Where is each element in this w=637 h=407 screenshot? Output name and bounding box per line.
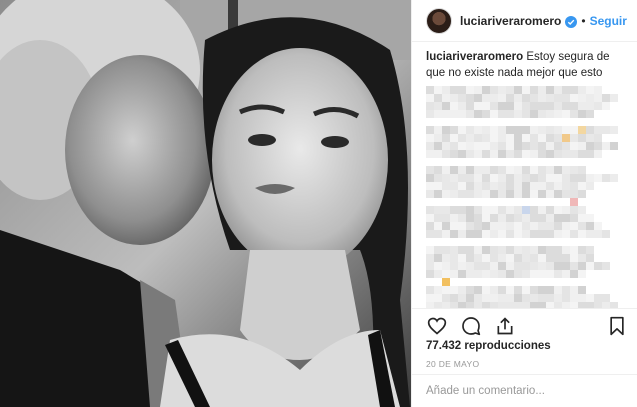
pixel-row <box>426 118 626 126</box>
pixel-row <box>426 198 626 206</box>
pixel-row <box>426 174 626 182</box>
pixel-row <box>426 94 626 102</box>
pixel-row <box>426 126 626 134</box>
share-button[interactable] <box>494 315 516 337</box>
pixel-row <box>426 294 626 302</box>
like-button[interactable] <box>426 315 448 337</box>
post-panel: luciariveraromero • Seguir luciariveraro… <box>411 0 637 407</box>
pixel-row <box>426 102 626 110</box>
view-count[interactable]: 77.432 reproducciones <box>426 340 551 352</box>
comment-icon <box>462 316 481 335</box>
pixel-row <box>426 262 626 270</box>
bookmark-icon <box>610 316 624 335</box>
pixel-row <box>426 150 626 158</box>
pixel-row <box>426 166 626 174</box>
pixel-row <box>426 182 626 190</box>
photo-image <box>0 0 411 407</box>
pixel-row <box>426 230 626 238</box>
pixel-row <box>426 214 626 222</box>
post-header: luciariveraromero • Seguir <box>412 0 637 42</box>
share-icon <box>497 316 513 334</box>
pixel-row <box>426 238 626 246</box>
comment-bar <box>412 374 637 407</box>
pixel-row <box>426 142 626 150</box>
comments-list-pixelated <box>426 86 626 308</box>
pixel-row <box>426 246 626 254</box>
pixel-row <box>426 110 626 118</box>
pixel-row <box>426 134 626 142</box>
verified-badge-icon <box>565 15 578 28</box>
save-button[interactable] <box>606 315 628 337</box>
avatar[interactable] <box>426 7 452 34</box>
pixel-row <box>426 190 626 198</box>
pixel-row <box>426 270 626 278</box>
post-caption: luciariveraromero Estoy segura de que no… <box>426 49 626 81</box>
caption-username[interactable]: luciariveraromero <box>426 51 523 63</box>
follow-button[interactable]: Seguir <box>590 14 627 28</box>
pixel-row <box>426 158 626 166</box>
pixel-row <box>426 86 626 94</box>
pixel-row <box>426 206 626 214</box>
header-username[interactable]: luciariveraromero <box>460 14 561 28</box>
pixel-row <box>426 222 626 230</box>
post-photo <box>0 0 411 407</box>
comment-button[interactable] <box>460 315 482 337</box>
pixel-row <box>426 278 626 286</box>
heart-icon <box>427 317 447 335</box>
pixel-row <box>426 254 626 262</box>
post-date[interactable]: 20 DE MAYO <box>426 359 479 369</box>
action-bar <box>412 308 637 342</box>
separator-dot: • <box>581 13 586 28</box>
pixel-row <box>426 286 626 294</box>
comment-input[interactable] <box>426 385 626 397</box>
